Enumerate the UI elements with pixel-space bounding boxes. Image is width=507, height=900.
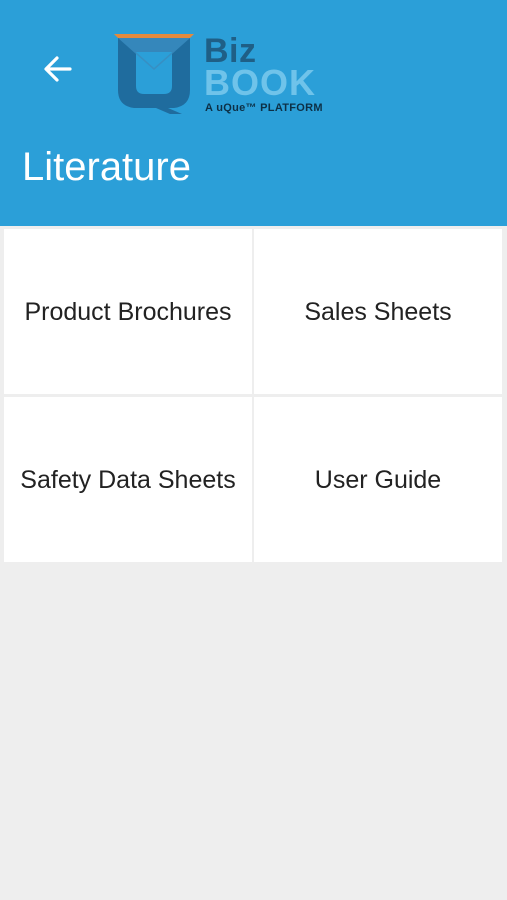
arrow-left-icon <box>44 56 72 82</box>
tile-label: Safety Data Sheets <box>20 465 236 494</box>
logo-book-text: BOOK <box>204 62 316 103</box>
back-button[interactable] <box>38 50 80 88</box>
tile-safety-data-sheets[interactable]: Safety Data Sheets <box>4 397 252 562</box>
logo-tagline: A uQue™ PLATFORM <box>205 102 323 114</box>
tile-label: Sales Sheets <box>304 297 452 326</box>
bizbook-logo: Biz BOOK A uQue™ PLATFORM <box>110 30 350 120</box>
tile-user-guide[interactable]: User Guide <box>254 397 502 562</box>
page-title: Literature <box>22 145 191 189</box>
tile-label: Product Brochures <box>24 297 232 326</box>
q-logo-mark-icon <box>114 34 194 114</box>
literature-grid: Product Brochures Sales Sheets Safety Da… <box>4 229 502 562</box>
tile-sales-sheets[interactable]: Sales Sheets <box>254 229 502 394</box>
tile-product-brochures[interactable]: Product Brochures <box>4 229 252 394</box>
tile-label: User Guide <box>314 465 442 494</box>
app-header: Biz BOOK A uQue™ PLATFORM Literature <box>0 0 507 226</box>
